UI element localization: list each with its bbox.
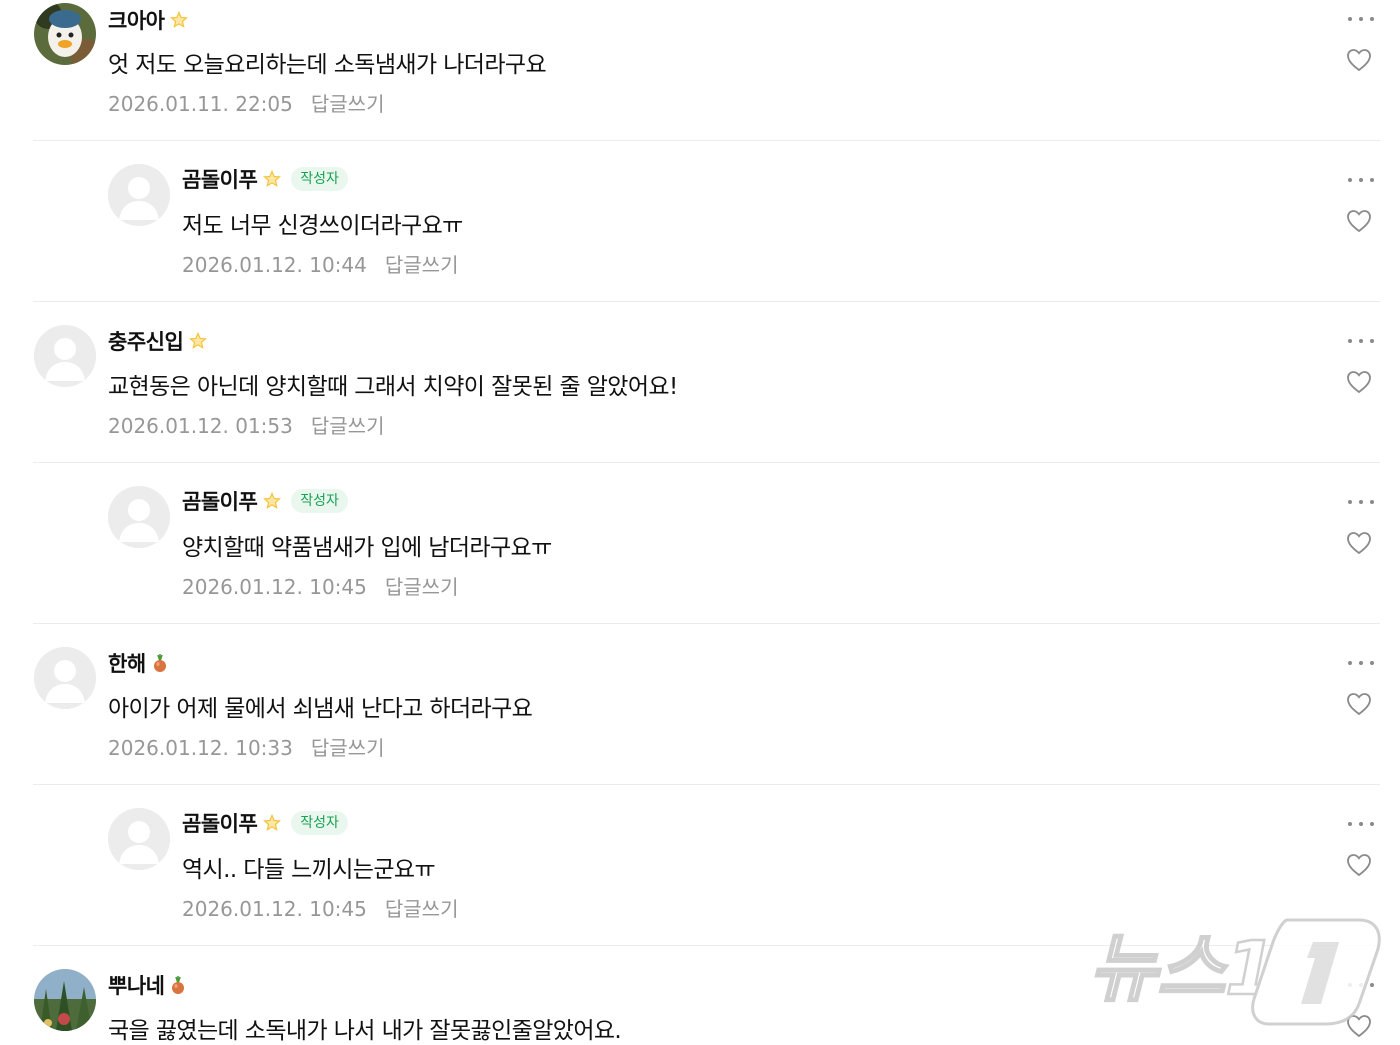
star-grade-icon — [170, 11, 189, 29]
heart-icon[interactable] — [1346, 853, 1372, 877]
comment-text: 국을 끓였는데 소독내가 나서 내가 잘못끓인줄알았어요. — [108, 1018, 622, 1044]
reply-button[interactable]: 답글쓰기 — [311, 414, 385, 438]
watermark-text: 뉴스1 — [1089, 926, 1277, 1012]
comment-date: 2026.01.12. 10:33 — [108, 736, 293, 760]
comment-meta: 2026.01.12. 10:45 답글쓰기 — [182, 893, 458, 922]
comment-date: 2026.01.11. 22:05 — [108, 92, 293, 116]
avatar[interactable] — [34, 3, 96, 65]
divider — [33, 462, 1380, 463]
comment-meta: 2026.01.12. 10:45 답글쓰기 — [182, 571, 458, 600]
heart-icon[interactable] — [1346, 370, 1372, 394]
avatar[interactable] — [34, 647, 96, 709]
comment-text: 양치할때 약품냄새가 입에 남더라구요ㅠ — [182, 535, 552, 561]
more-dots-icon[interactable] — [1348, 337, 1374, 345]
comment-date: 2026.01.12. 10:44 — [182, 253, 367, 277]
more-dots-icon[interactable] — [1348, 981, 1374, 989]
comment-date: 2026.01.12. 01:53 — [108, 414, 293, 438]
divider — [33, 784, 1380, 785]
comment-text: 저도 너무 신경쓰이더라구요ㅠ — [182, 213, 463, 239]
comment-meta: 2026.01.12. 01:53 답글쓰기 — [108, 410, 384, 439]
avatar[interactable] — [108, 486, 170, 548]
more-dots-icon[interactable] — [1348, 176, 1374, 184]
star-grade-icon — [189, 332, 208, 350]
reply-button[interactable]: 답글쓰기 — [385, 897, 459, 921]
comment-date: 2026.01.12. 10:45 — [182, 897, 367, 921]
avatar[interactable] — [34, 325, 96, 387]
nickname[interactable]: 곰돌이푸 — [182, 486, 258, 516]
comment-meta: 2026.01.12. 10:33 답글쓰기 — [108, 732, 384, 761]
comment-text: 역시.. 다들 느끼시는군요ㅠ — [182, 857, 436, 883]
more-dots-icon[interactable] — [1348, 498, 1374, 506]
heart-icon[interactable] — [1346, 48, 1372, 72]
default-avatar-icon — [34, 647, 96, 709]
comment-text: 교현동은 아닌데 양치할때 그래서 치약이 잘못된 줄 알았어요! — [108, 374, 678, 400]
nickname[interactable]: 뿌나네 — [108, 970, 165, 1000]
nickname[interactable]: 곰돌이푸 — [182, 164, 258, 194]
reply-button[interactable]: 답글쓰기 — [385, 575, 459, 599]
sprout-grade-icon — [152, 653, 168, 673]
author-badge: 작성자 — [291, 167, 348, 191]
more-dots-icon[interactable] — [1348, 820, 1374, 828]
heart-icon[interactable] — [1346, 209, 1372, 233]
heart-icon[interactable] — [1346, 531, 1372, 555]
avatar[interactable] — [34, 969, 96, 1031]
comment-date: 2026.01.12. 10:45 — [182, 575, 367, 599]
default-avatar-icon — [34, 325, 96, 387]
divider — [33, 945, 1380, 946]
divider — [33, 623, 1380, 624]
reply-button[interactable]: 답글쓰기 — [385, 253, 459, 277]
comment-text: 아이가 어제 물에서 쇠냄새 난다고 하더라구요 — [108, 696, 533, 722]
avatar[interactable] — [108, 808, 170, 870]
avatar[interactable] — [108, 164, 170, 226]
more-dots-icon[interactable] — [1348, 659, 1374, 667]
nickname[interactable]: 충주신입 — [108, 326, 184, 356]
more-dots-icon[interactable] — [1348, 15, 1374, 23]
comment-meta: 2026.01.12. 10:44 답글쓰기 — [182, 249, 458, 278]
heart-icon[interactable] — [1346, 692, 1372, 716]
author-badge: 작성자 — [291, 811, 348, 835]
sprout-grade-icon — [170, 975, 186, 995]
reply-button[interactable]: 답글쓰기 — [311, 92, 385, 116]
default-avatar-icon — [108, 808, 170, 870]
divider — [33, 301, 1380, 302]
default-avatar-icon — [108, 164, 170, 226]
nickname[interactable]: 곰돌이푸 — [182, 808, 258, 838]
news1-watermark-logo: 뉴스1 — [1087, 912, 1382, 1027]
star-grade-icon — [263, 814, 282, 832]
nickname[interactable]: 크아아 — [108, 5, 165, 35]
default-avatar-icon — [108, 486, 170, 548]
star-grade-icon — [263, 492, 282, 510]
heart-icon[interactable] — [1346, 1014, 1372, 1038]
author-badge: 작성자 — [291, 489, 348, 513]
reply-button[interactable]: 답글쓰기 — [311, 736, 385, 760]
comment-text: 엇 저도 오늘요리하는데 소독냄새가 나더라구요 — [108, 52, 547, 78]
nickname[interactable]: 한해 — [108, 648, 146, 678]
star-grade-icon — [263, 170, 282, 188]
divider — [33, 140, 1380, 141]
comment-meta: 2026.01.11. 22:05 답글쓰기 — [108, 88, 384, 117]
